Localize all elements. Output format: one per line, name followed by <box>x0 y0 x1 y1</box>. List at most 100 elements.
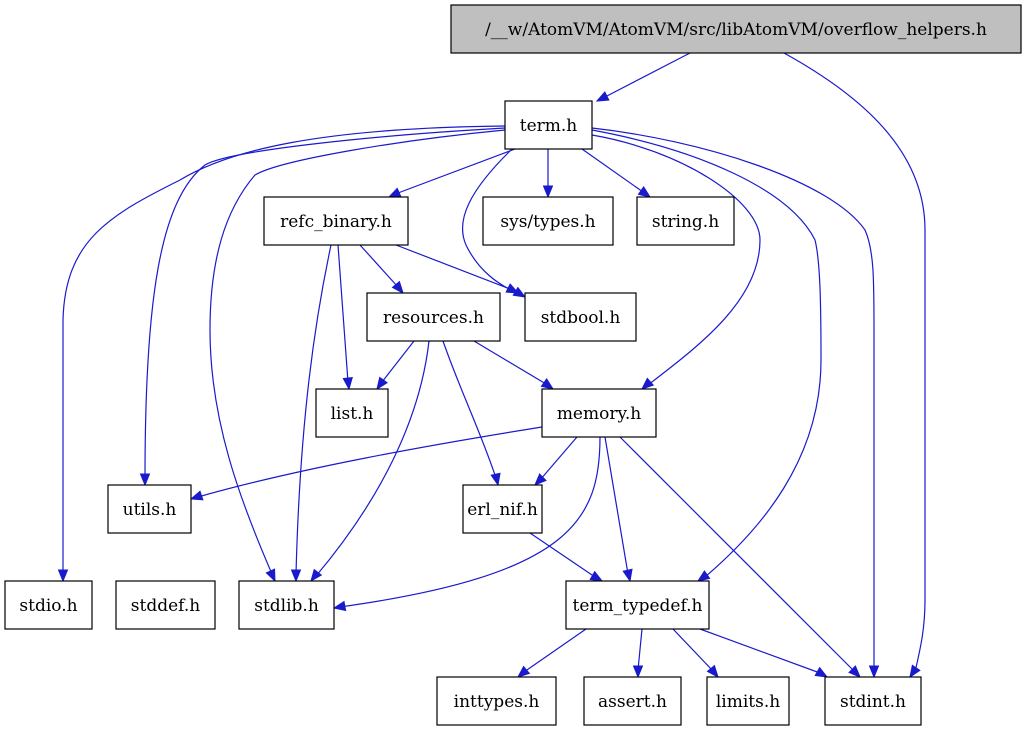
edge-root-to-term <box>595 52 691 102</box>
node-limits[interactable]: limits.h <box>706 676 790 726</box>
arrowhead-icon <box>490 472 501 487</box>
node-stdio[interactable]: stdio.h <box>4 580 93 630</box>
edge-term-to-sys_types <box>542 149 554 199</box>
node-label: erl_nif.h <box>467 500 538 520</box>
edge-line <box>672 628 714 672</box>
node-label: stdbool.h <box>541 308 621 328</box>
node-label: string.h <box>652 212 719 232</box>
node-label: resources.h <box>383 308 484 328</box>
node-utils[interactable]: utils.h <box>107 484 192 534</box>
node-resources[interactable]: resources.h <box>366 292 501 342</box>
arrowhead-icon <box>540 378 555 390</box>
arrowhead-icon <box>516 665 531 678</box>
edge-line <box>381 340 415 383</box>
node-root[interactable]: /__w/AtomVM/AtomVM/src/libAtomVM/overflo… <box>450 4 1022 54</box>
edge-line <box>315 340 430 577</box>
arrowhead-icon <box>265 568 276 583</box>
node-stddef[interactable]: stddef.h <box>115 580 216 630</box>
arrowhead-icon <box>342 376 353 391</box>
arrowhead-icon <box>376 376 388 391</box>
edge-term_typedef-to-limits <box>672 628 719 679</box>
edge-line <box>619 436 855 672</box>
node-label: utils.h <box>123 500 177 520</box>
arrowhead-icon <box>139 473 151 487</box>
edge-line <box>337 244 349 383</box>
edge-term_typedef-to-stdint <box>699 628 829 678</box>
node-erl-nif[interactable]: erl_nif.h <box>462 484 543 534</box>
include-dependency-graph: /__w/AtomVM/AtomVM/src/libAtomVM/overflo… <box>4 4 1022 726</box>
edge-line <box>604 52 691 98</box>
edge-line <box>397 148 516 194</box>
node-stdbool[interactable]: stdbool.h <box>524 292 637 342</box>
node-term[interactable]: term.h <box>504 100 593 150</box>
arrowhead-icon <box>542 185 554 199</box>
edge-erl_nif-to-term_typedef <box>529 532 604 582</box>
node-label: memory.h <box>557 404 641 424</box>
edge-line <box>473 340 547 385</box>
edge-line <box>604 436 629 575</box>
edge-refc_binary-to-list <box>337 244 353 391</box>
arrowhead-icon <box>909 664 921 679</box>
arrowhead-icon <box>505 283 520 294</box>
edge-resources-to-list <box>376 340 415 391</box>
node-label: refc_binary.h <box>280 212 392 232</box>
arrowhead-icon <box>189 490 204 501</box>
node-label: stdlib.h <box>254 596 319 616</box>
node-label: stdint.h <box>840 692 906 712</box>
node-label: stdio.h <box>19 596 77 616</box>
edge-term_typedef-to-assert <box>632 628 644 679</box>
edge-line <box>395 244 511 290</box>
arrowhead-icon <box>622 568 633 583</box>
edge-line <box>699 628 821 674</box>
arrowhead-icon <box>637 186 652 198</box>
arrowhead-icon <box>632 665 644 679</box>
edge-resources-to-erl_nif <box>442 340 501 487</box>
node-term-typedef[interactable]: term_typedef.h <box>565 580 710 630</box>
node-label: sys/types.h <box>500 212 595 232</box>
edge-memory-to-stdint <box>619 436 861 678</box>
edge-root-to-stdint <box>783 52 926 679</box>
node-label: stddef.h <box>131 596 200 616</box>
arrowhead-icon <box>290 569 302 583</box>
edge-line <box>523 628 587 673</box>
edge-refc_binary-to-resources <box>359 244 404 295</box>
node-string[interactable]: string.h <box>636 196 735 246</box>
node-label: term.h <box>520 116 578 136</box>
arrowhead-icon <box>595 91 610 102</box>
node-stdlib[interactable]: stdlib.h <box>238 580 335 630</box>
node-stdint[interactable]: stdint.h <box>824 676 922 726</box>
arrowhead-icon <box>57 569 69 583</box>
node-label: term_typedef.h <box>573 596 703 616</box>
edge-line <box>637 628 643 671</box>
node-refc-binary[interactable]: refc_binary.h <box>263 196 409 246</box>
node-assert[interactable]: assert.h <box>583 676 682 726</box>
edge-term-to-string <box>581 148 652 198</box>
node-label: /__w/AtomVM/AtomVM/src/libAtomVM/overflo… <box>485 20 987 40</box>
arrowhead-icon <box>641 377 655 390</box>
node-memory[interactable]: memory.h <box>541 388 657 438</box>
edge-memory-to-term_typedef <box>604 436 633 583</box>
arrowhead-icon <box>868 665 880 679</box>
arrowhead-icon <box>814 666 829 678</box>
edge-line <box>359 244 399 288</box>
arrowhead-icon <box>696 570 711 582</box>
edge-line <box>581 148 644 193</box>
edge-term-to-refc_binary <box>387 148 516 198</box>
edge-resources-to-stdlib <box>310 340 430 583</box>
arrowhead-icon <box>332 600 347 612</box>
node-sys-types[interactable]: sys/types.h <box>482 196 614 246</box>
edge-resources-to-memory <box>473 340 555 390</box>
edge-line <box>783 52 926 673</box>
edge-term_typedef-to-inttypes <box>516 628 587 678</box>
edge-line <box>529 532 596 578</box>
arrowhead-icon <box>589 570 604 582</box>
arrowhead-icon <box>387 187 402 198</box>
edge-line <box>539 436 578 481</box>
node-label: assert.h <box>598 692 667 712</box>
node-list[interactable]: list.h <box>315 388 389 438</box>
edge-line <box>591 134 761 386</box>
edge-line <box>442 340 497 479</box>
node-label: list.h <box>331 404 374 424</box>
node-inttypes[interactable]: inttypes.h <box>436 676 557 726</box>
edge-memory-to-erl_nif <box>534 436 578 486</box>
